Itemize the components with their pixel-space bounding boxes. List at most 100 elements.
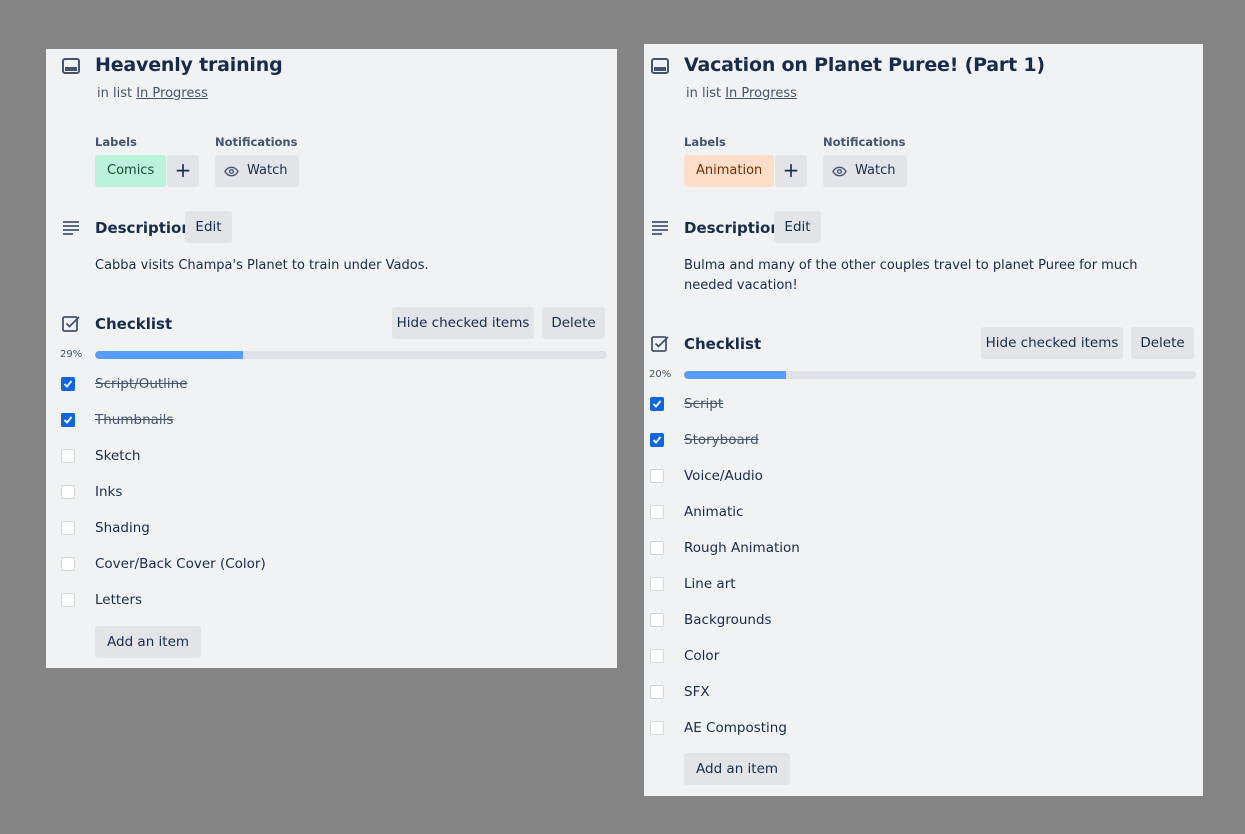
checklist-item[interactable]: Color [650, 646, 719, 666]
checkbox-unchecked[interactable] [650, 469, 664, 483]
edit-description-button[interactable]: Edit [185, 211, 232, 243]
checklist-item[interactable]: Script/Outline [61, 374, 188, 394]
checkbox-unchecked[interactable] [650, 613, 664, 627]
checkbox-unchecked[interactable] [61, 485, 75, 499]
checklist-item[interactable]: Line art [650, 574, 736, 594]
checklist-item-text[interactable]: Line art [684, 576, 736, 592]
progress-fill [684, 371, 787, 379]
checklist-item-text[interactable]: Cover/Back Cover (Color) [95, 556, 266, 572]
delete-checklist-button[interactable]: Delete [542, 307, 605, 339]
description-text[interactable]: Cabba visits Champa's Planet to train un… [95, 256, 595, 276]
watch-button[interactable]: Watch [823, 155, 908, 187]
checkbox-unchecked[interactable] [650, 577, 664, 591]
checklist-item-text[interactable]: Shading [95, 520, 150, 536]
checklist-item-text[interactable]: SFX [684, 684, 710, 700]
card-icon [651, 58, 669, 74]
eye-icon [224, 166, 239, 176]
checkbox-unchecked[interactable] [650, 505, 664, 519]
add-label-button[interactable]: + [167, 155, 199, 187]
checkmark-icon [63, 416, 73, 424]
in-list-prefix: in list [686, 86, 722, 101]
label-chip[interactable]: Animation [684, 155, 775, 187]
checklist-item[interactable]: AE Composting [650, 718, 787, 738]
checklist-item[interactable]: Sketch [61, 446, 140, 466]
checklist-title[interactable]: Checklist [684, 335, 761, 353]
checkmark-icon [63, 380, 73, 388]
checkbox-checked[interactable] [650, 397, 664, 411]
plus-icon: + [174, 158, 192, 182]
add-item-button[interactable]: Add an item [95, 626, 202, 658]
progress-percent: 20% [649, 369, 672, 380]
checklist-item-text[interactable]: AE Composting [684, 720, 787, 736]
description-heading: Description [684, 219, 782, 237]
checklist-item-text[interactable]: Script [684, 396, 723, 412]
checklist-item-text[interactable]: Rough Animation [684, 540, 800, 556]
description-text[interactable]: Bulma and many of the other couples trav… [684, 256, 1174, 296]
checkmark-icon [652, 400, 662, 408]
checklist-item-text[interactable]: Sketch [95, 448, 140, 464]
checkbox-unchecked[interactable] [61, 449, 75, 463]
checklist-item[interactable]: Inks [61, 482, 122, 502]
add-item-button[interactable]: Add an item [684, 753, 791, 785]
checklist-title[interactable]: Checklist [95, 315, 172, 333]
checkbox-checked[interactable] [61, 413, 75, 427]
card-detail-vacation-planet-puree: Vacation on Planet Puree! (Part 1) in li… [644, 44, 1203, 796]
checklist-item-text[interactable]: Letters [95, 592, 142, 608]
card-detail-heavenly-training: Heavenly training in list In Progress La… [46, 49, 617, 668]
checklist-item[interactable]: Storyboard [650, 430, 759, 450]
checkmark-icon [652, 436, 662, 444]
checkbox-checked[interactable] [650, 433, 664, 447]
watch-button[interactable]: Watch [215, 155, 300, 187]
checklist-item[interactable]: Script [650, 394, 723, 414]
label-chip[interactable]: Comics [95, 155, 167, 187]
labels-heading: Labels [95, 135, 137, 149]
card-title[interactable]: Heavenly training [95, 54, 283, 76]
checklist-item[interactable]: Animatic [650, 502, 743, 522]
checklist-item[interactable]: Letters [61, 590, 142, 610]
notifications-heading: Notifications [823, 135, 906, 149]
checkbox-unchecked[interactable] [650, 721, 664, 735]
in-list-prefix: in list [97, 86, 133, 101]
add-label-button[interactable]: + [775, 155, 807, 187]
checklist-item[interactable]: Thumbnails [61, 410, 173, 430]
checklist-item[interactable]: Rough Animation [650, 538, 800, 558]
list-link[interactable]: In Progress [725, 86, 797, 101]
hide-checked-items-button[interactable]: Hide checked items [981, 327, 1123, 359]
checklist-item-text[interactable]: Color [684, 648, 719, 664]
checklist-item[interactable]: SFX [650, 682, 710, 702]
progress-percent: 29% [60, 349, 83, 360]
labels-heading: Labels [684, 135, 726, 149]
checklist-icon [62, 316, 80, 332]
checklist-item-text[interactable]: Inks [95, 484, 122, 500]
list-link[interactable]: In Progress [136, 86, 208, 101]
checkbox-unchecked[interactable] [61, 521, 75, 535]
checklist-item-text[interactable]: Storyboard [684, 432, 759, 448]
checkbox-unchecked[interactable] [61, 557, 75, 571]
hide-checked-items-button[interactable]: Hide checked items [392, 307, 534, 339]
checkbox-unchecked[interactable] [61, 593, 75, 607]
delete-checklist-button[interactable]: Delete [1131, 327, 1194, 359]
checkbox-unchecked[interactable] [650, 685, 664, 699]
checkbox-unchecked[interactable] [650, 649, 664, 663]
list-breadcrumb: in list In Progress [686, 86, 797, 101]
checkbox-checked[interactable] [61, 377, 75, 391]
checklist-item[interactable]: Cover/Back Cover (Color) [61, 554, 266, 574]
progress-fill [95, 351, 244, 359]
watch-label: Watch [855, 163, 896, 178]
watch-label: Watch [247, 163, 288, 178]
description-icon [652, 221, 668, 235]
plus-icon: + [782, 158, 800, 182]
description-heading: Description [95, 219, 193, 237]
checklist-item[interactable]: Backgrounds [650, 610, 772, 630]
checklist-item-text[interactable]: Backgrounds [684, 612, 772, 628]
checklist-item[interactable]: Shading [61, 518, 150, 538]
checklist-item-text[interactable]: Script/Outline [95, 376, 188, 392]
checklist-item[interactable]: Voice/Audio [650, 466, 763, 486]
card-title[interactable]: Vacation on Planet Puree! (Part 1) [684, 54, 1045, 76]
checklist-item-text[interactable]: Thumbnails [95, 412, 173, 428]
edit-description-button[interactable]: Edit [774, 211, 821, 243]
checklist-item-text[interactable]: Voice/Audio [684, 468, 763, 484]
checkbox-unchecked[interactable] [650, 541, 664, 555]
eye-icon [832, 166, 847, 176]
checklist-item-text[interactable]: Animatic [684, 504, 743, 520]
